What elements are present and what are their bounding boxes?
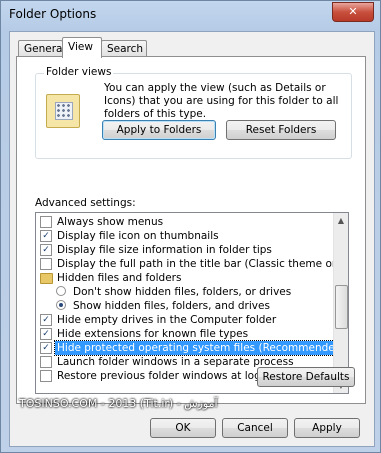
advanced-setting-row[interactable]: Display the full path in the title bar (… bbox=[36, 257, 348, 271]
advanced-setting-row[interactable]: Hidden files and folders bbox=[36, 271, 332, 285]
folder-views-legend: Folder views bbox=[44, 66, 114, 78]
dialog-button-bar: OK Cancel Apply bbox=[10, 408, 374, 446]
close-icon: ✕ bbox=[348, 5, 358, 18]
advanced-setting-row[interactable]: ✓ Hide extensions for known file types bbox=[36, 327, 332, 341]
setting-label: Hide protected operating system files (R… bbox=[54, 340, 348, 356]
advanced-setting-row[interactable]: ✓ Hide empty drives in the Computer folde… bbox=[36, 313, 332, 327]
cancel-button[interactable]: Cancel bbox=[222, 418, 288, 438]
window-title: Folder Options bbox=[9, 7, 97, 21]
tab-view[interactable]: View bbox=[62, 37, 102, 58]
advanced-settings-label: Advanced settings: bbox=[35, 197, 136, 209]
setting-checkbox[interactable]: ✓ bbox=[40, 230, 52, 242]
setting-radio[interactable] bbox=[56, 300, 66, 310]
vertical-scrollbar[interactable]: ▲ ▼ bbox=[333, 213, 348, 393]
advanced-setting-row[interactable]: Don't show hidden files, folders, or dri… bbox=[36, 285, 332, 299]
apply-button[interactable]: Apply bbox=[294, 418, 360, 438]
setting-label: Hide extensions for known file types bbox=[57, 328, 249, 340]
setting-label: Show hidden files, folders, and drives bbox=[73, 300, 270, 312]
close-button[interactable]: ✕ bbox=[332, 2, 374, 22]
setting-checkbox[interactable] bbox=[40, 216, 52, 228]
apply-to-folders-button[interactable]: Apply to Folders bbox=[102, 120, 216, 140]
setting-label: Hide empty drives in the Computer folder bbox=[57, 314, 277, 326]
folder-views-description: You can apply the view (such as Details … bbox=[104, 82, 339, 120]
scroll-thumb[interactable] bbox=[335, 285, 348, 329]
setting-label: Restore previous folder windows at logon bbox=[57, 370, 274, 382]
advanced-setting-row[interactable]: ✓ Display file size information in folder… bbox=[36, 243, 332, 257]
setting-label: Don't show hidden files, folders, or dri… bbox=[73, 286, 292, 298]
setting-label: Display file size information in folder … bbox=[57, 244, 272, 256]
setting-label: Display file icon on thumbnails bbox=[57, 230, 219, 242]
setting-checkbox[interactable] bbox=[40, 356, 52, 368]
setting-checkbox[interactable] bbox=[40, 370, 52, 382]
dialog-client: General View Search Folder views You can… bbox=[9, 31, 375, 447]
advanced-setting-row[interactable]: ✓ Display file icon on thumbnails bbox=[36, 229, 332, 243]
scroll-up-arrow-icon[interactable]: ▲ bbox=[334, 213, 348, 228]
advanced-setting-row[interactable]: Always show menus bbox=[36, 215, 332, 229]
setting-checkbox[interactable]: ✓ bbox=[40, 314, 52, 326]
folder-views-group: Folder views You can apply the view (suc… bbox=[35, 66, 352, 159]
folder-views-icon bbox=[46, 94, 80, 128]
folder-icon bbox=[40, 273, 53, 284]
setting-checkbox[interactable] bbox=[40, 258, 52, 270]
setting-checkbox[interactable]: ✓ bbox=[40, 244, 52, 256]
setting-label: Always show menus bbox=[57, 216, 164, 228]
setting-label: Display the full path in the title bar (… bbox=[57, 258, 349, 270]
setting-checkbox[interactable]: ✓ bbox=[40, 342, 52, 354]
tab-general[interactable]: General bbox=[18, 40, 65, 57]
restore-defaults-button[interactable]: Restore Defaults bbox=[257, 367, 355, 387]
ok-button[interactable]: OK bbox=[150, 418, 216, 438]
view-tab-panel: Folder views You can apply the view (suc… bbox=[16, 56, 366, 404]
setting-radio[interactable] bbox=[56, 286, 66, 296]
setting-label: Hidden files and folders bbox=[57, 272, 182, 284]
advanced-setting-row[interactable]: ✓ Hide protected operating system files (… bbox=[36, 340, 348, 356]
advanced-setting-row[interactable]: Show hidden files, folders, and drives bbox=[36, 299, 332, 313]
folder-options-window: Folder Options ✕ General View Search Fol… bbox=[0, 0, 381, 453]
watermark-text: TOSINSO.COM - 2013 (Tit.ir) - آموزش bbox=[19, 397, 218, 410]
tab-search[interactable]: Search bbox=[101, 40, 147, 57]
reset-folders-button[interactable]: Reset Folders bbox=[226, 120, 336, 140]
setting-checkbox[interactable]: ✓ bbox=[40, 328, 52, 340]
